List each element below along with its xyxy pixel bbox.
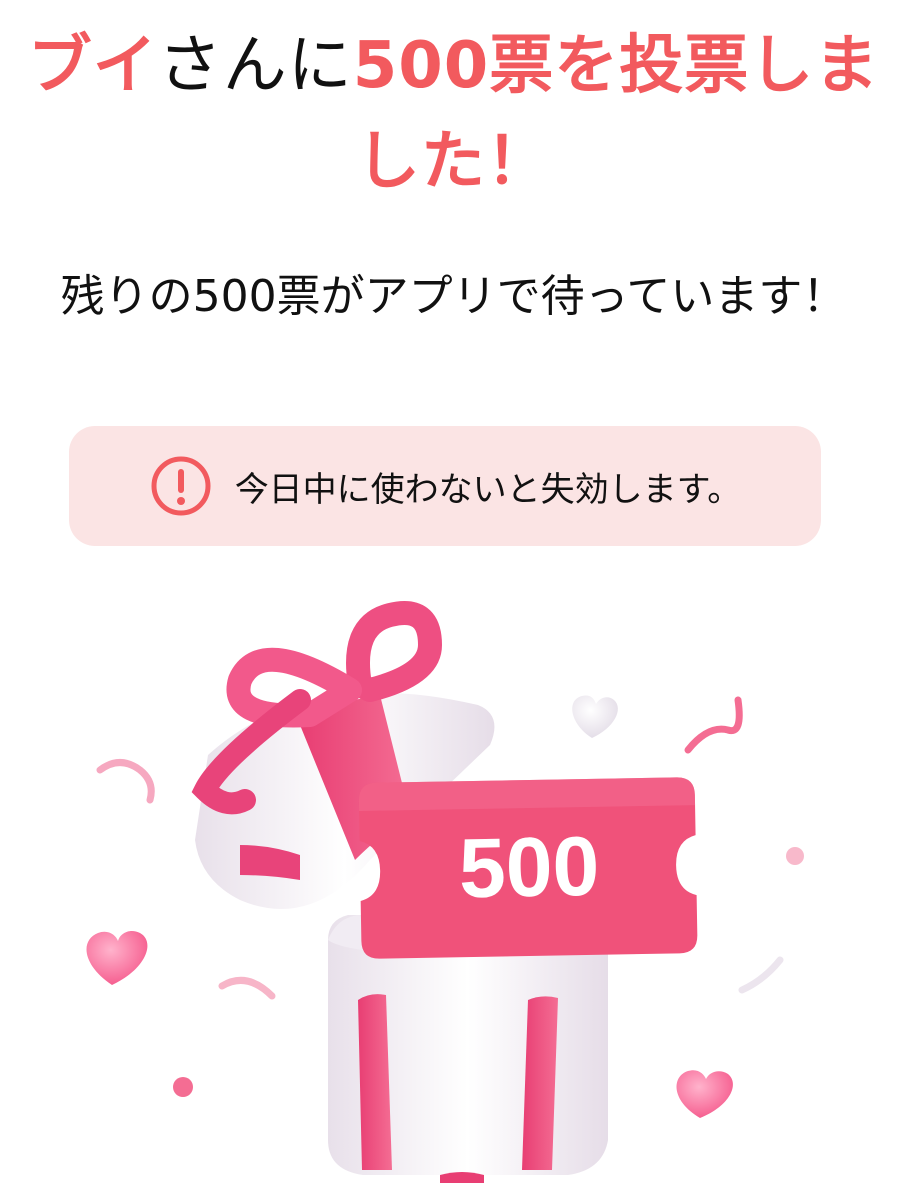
heart-icon (676, 1070, 733, 1118)
remaining-votes-message: 残りの500票がアプリで待っています！ (60, 271, 847, 322)
expiry-notice-text: 今日中に使わないと失効します。 (234, 469, 742, 510)
recipient-name: ブイ (27, 29, 158, 103)
vote-ticket: 500 (358, 777, 698, 959)
headline: ブイさんに500票を投票しました！ (0, 18, 907, 210)
heart-icon (572, 695, 618, 738)
vote-count-text: 500票を投票しました！ (352, 29, 880, 199)
headline-connector: さんに (157, 29, 353, 103)
alert-circle-icon (151, 456, 211, 516)
gift-box-illustration: 500 (86, 601, 804, 1183)
heart-icon (86, 930, 148, 985)
expiry-notice: 今日中に使わないと失効します。 (69, 426, 821, 546)
ticket-value: 500 (458, 819, 600, 915)
